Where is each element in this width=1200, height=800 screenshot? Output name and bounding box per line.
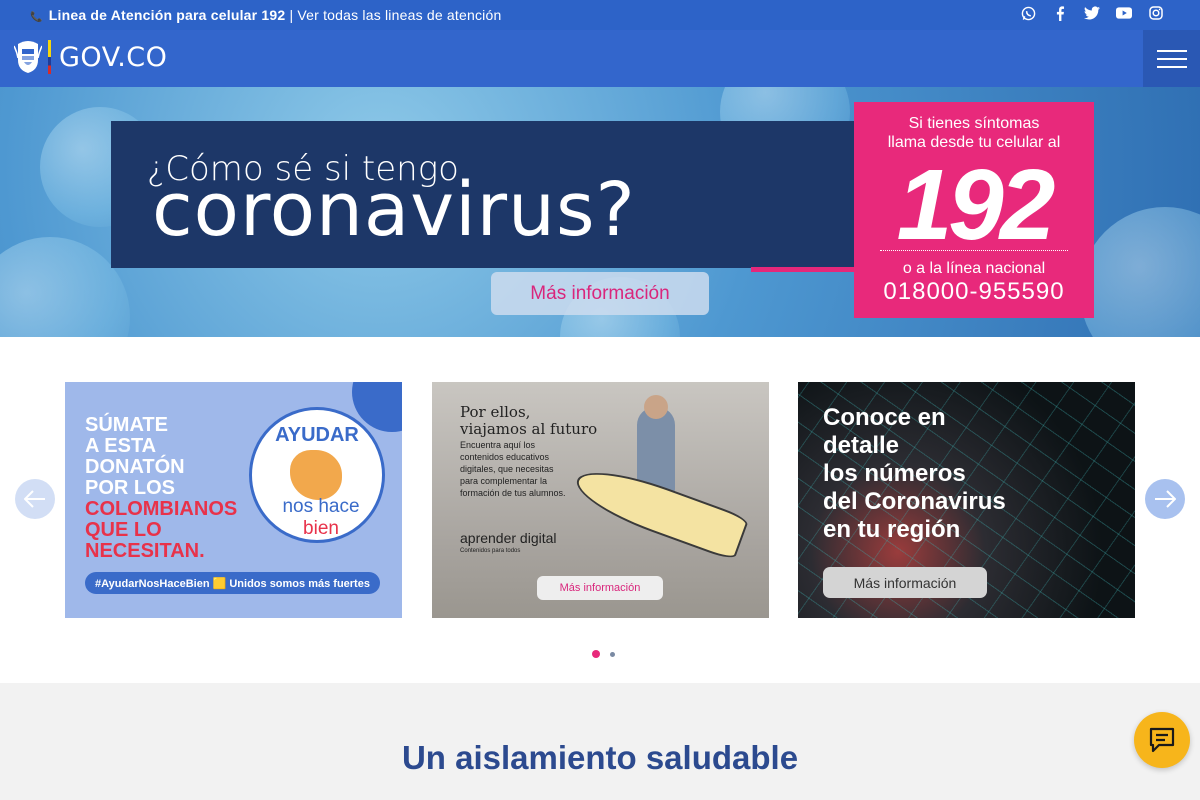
badge-bottom-main: nos hace (282, 496, 360, 517)
hotline-panel: Si tienes síntomas llama desde tu celula… (854, 102, 1094, 318)
twitter-icon[interactable] (1084, 5, 1100, 21)
national-line-number: 018000-955590 (883, 278, 1065, 305)
statistics-more-info-button[interactable]: Más información (823, 567, 987, 598)
hero-more-info-button[interactable]: Más información (491, 272, 709, 315)
statistics-line: en tu región (823, 516, 961, 543)
all-lines-link[interactable]: Ver todas las lineas de atención (297, 7, 501, 23)
hotline-intro: Si tienes síntomas llama desde tu celula… (854, 114, 1094, 152)
hotline-number: 192 (896, 149, 1056, 261)
hero-question-line2: coronavirus? (152, 167, 636, 253)
donation-line-red: QUE LO (85, 519, 162, 541)
main-header: GOV.CO (0, 30, 1200, 87)
youtube-icon[interactable] (1116, 5, 1132, 21)
arrow-right-icon (1155, 490, 1176, 508)
education-body: Encuentra aquí los contenidos educativos… (460, 439, 570, 499)
hotline-divider (880, 250, 1068, 251)
hotline-bar: 📞 Linea de Atención para celular 192 | V… (30, 7, 501, 23)
carousel-dot[interactable] (610, 651, 615, 657)
hero-banner[interactable]: ¿Cómo sé si tengo coronavirus? Más infor… (0, 87, 1200, 337)
donation-line-red: NECESITAN. (85, 540, 205, 562)
chat-icon (1149, 727, 1175, 753)
facebook-icon[interactable] (1052, 5, 1068, 21)
statistics-text: Conoce en detalle los números del Corona… (823, 404, 1006, 544)
whatsapp-icon[interactable] (1020, 5, 1036, 21)
education-more-info-button[interactable]: Más información (537, 576, 663, 600)
coat-of-arms-icon (14, 41, 42, 73)
brand-tagline: Contenidos para todos (460, 548, 521, 554)
carousel-card-education[interactable]: Por ellos, viajamos al futuro Encuentra … (432, 382, 769, 618)
hamburger-line (1156, 49, 1187, 52)
brand-name: aprender digital (460, 530, 557, 546)
carousel-prev-button[interactable] (15, 479, 55, 519)
hotline-text[interactable]: Linea de Atención para celular 192 (49, 7, 286, 23)
donation-line: A ESTA (85, 435, 157, 457)
education-body-text: Encuentra aquí los contenidos educativos… (460, 440, 566, 498)
healthy-isolation-section: Un aislamiento saludable (0, 683, 1200, 800)
chat-button[interactable] (1134, 712, 1190, 768)
ayudar-badge: AYUDAR nos hace bien (249, 407, 385, 543)
statistics-line: detalle (823, 432, 900, 459)
hotline-intro-line1: Si tienes síntomas (908, 115, 1040, 132)
carousel-dot-active[interactable] (592, 650, 600, 658)
logo-text: GOV.CO (59, 41, 168, 73)
badge-bottom-red: bien (303, 518, 339, 539)
hamburger-line (1156, 57, 1187, 60)
section-title: Un aislamiento saludable (401, 739, 799, 776)
phone-icon: 📞 (30, 12, 43, 23)
carousel-card-donation[interactable]: SÚMATE A ESTA DONATÓN POR LOS COLOMBIANO… (65, 382, 402, 618)
statistics-line: del Coronavirus (823, 488, 1006, 515)
hashtag-banner: #AyudarNosHaceBien 🟨 Unidos somos más fu… (85, 572, 380, 594)
hero-accent-line (751, 267, 854, 272)
donation-line-red: COLOMBIANOS (85, 498, 238, 520)
colombia-map-icon (290, 450, 342, 500)
flag-bar (48, 40, 51, 74)
badge-bottom-text: nos hace bien (266, 496, 376, 540)
education-title-line2: viajamos al futuro (460, 420, 598, 438)
badge-top-text: AYUDAR (275, 424, 359, 446)
gov-co-logo[interactable]: GOV.CO (14, 40, 167, 74)
education-title-line1: Por ellos, (460, 403, 531, 421)
top-bar: 📞 Linea de Atención para celular 192 | V… (0, 0, 1200, 30)
donation-line: SÚMATE (85, 414, 168, 436)
carousel-next-button[interactable] (1145, 479, 1185, 519)
donation-line: DONATÓN (85, 456, 185, 478)
donation-line: POR LOS (85, 477, 176, 499)
carousel-pagination (592, 650, 615, 658)
news-carousel: SÚMATE A ESTA DONATÓN POR LOS COLOMBIANO… (0, 337, 1200, 683)
carousel-card-statistics[interactable]: Conoce en detalle los números del Corona… (798, 382, 1135, 618)
statistics-line: los números (823, 460, 966, 487)
hamburger-line (1156, 65, 1187, 68)
arrow-left-icon (24, 490, 45, 508)
national-line-label: o a la línea nacional (902, 260, 1046, 277)
separator: | (289, 7, 294, 23)
donation-text: SÚMATE A ESTA DONATÓN POR LOS COLOMBIANO… (85, 415, 237, 562)
statistics-line: Conoce en (823, 404, 946, 431)
aprender-digital-logo: aprender digital Contenidos para todos (460, 530, 557, 558)
hamburger-menu-button[interactable] (1143, 30, 1200, 87)
virus-decoration (1080, 207, 1200, 337)
education-title: Por ellos, viajamos al futuro (460, 404, 597, 438)
instagram-icon[interactable] (1148, 5, 1164, 21)
social-links (1020, 5, 1164, 21)
